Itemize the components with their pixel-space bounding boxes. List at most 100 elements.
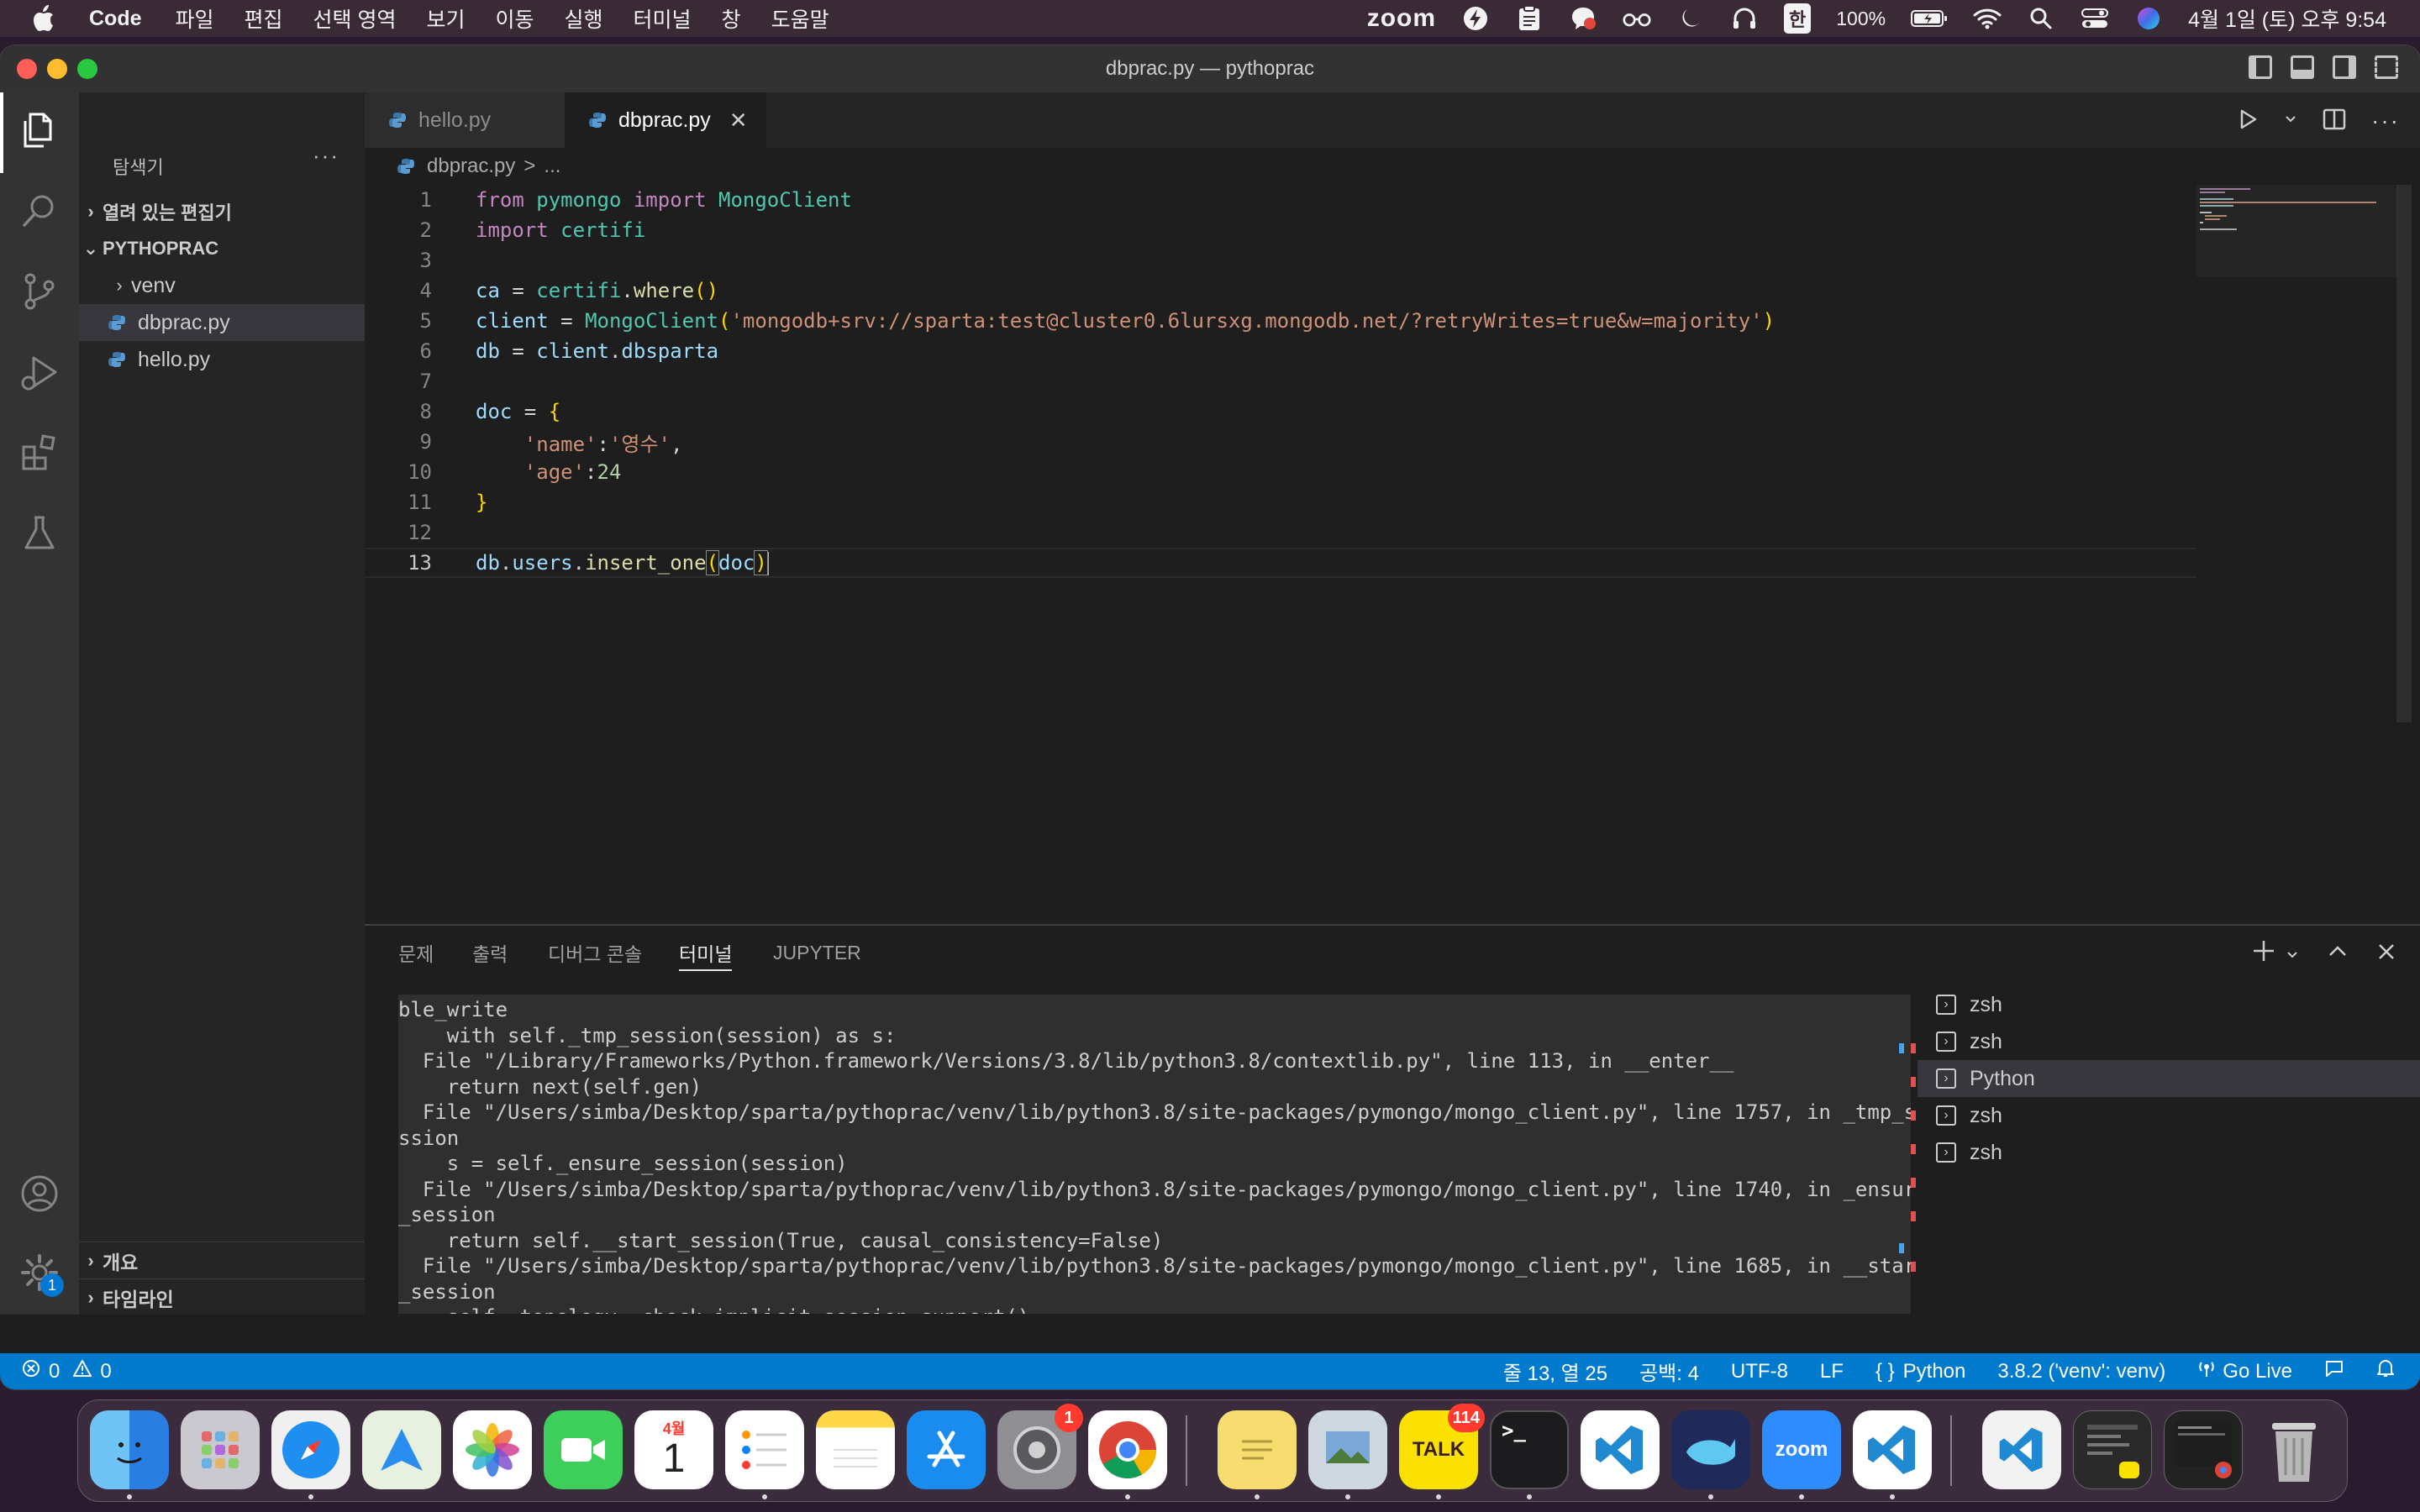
end-of-line[interactable]: LF [1820,1360,1844,1383]
zoom-tray[interactable]: zoom [1367,4,1436,33]
kakaotalk-icon[interactable]: TALK 114 [1399,1404,1485,1489]
apple-icon[interactable] [30,3,60,34]
menu-file[interactable]: 파일 [176,3,214,34]
tab-hello-py[interactable]: hello.py [365,92,565,148]
tab-terminal[interactable]: 터미널 [679,926,733,979]
menu-window[interactable]: 창 [722,3,741,34]
terminal-instance-python[interactable]: › Python [1918,1060,2420,1097]
glasses-icon[interactable] [1623,4,1651,33]
terminal-instance-zsh-4[interactable]: › zsh [1918,1134,2420,1171]
system-settings-icon[interactable]: 1 [997,1404,1083,1489]
source-control-icon[interactable] [18,270,60,312]
finder-icon[interactable] [90,1410,169,1489]
facetime-icon[interactable] [544,1410,623,1489]
vscode-document-icon[interactable] [1982,1410,2061,1489]
cursor-position[interactable]: 줄 13, 열 25 [1503,1357,1607,1386]
menu-terminal[interactable]: 터미널 [634,3,692,34]
customize-layout-icon[interactable] [2375,55,2398,79]
notifications-bell-icon[interactable] [2376,1358,2395,1384]
run-python-icon[interactable] [2237,108,2259,134]
notes-icon[interactable] [816,1410,895,1489]
app-store-icon[interactable] [907,1410,986,1489]
breadcrumb-file[interactable]: dbprac.py [427,155,515,178]
tab-problems[interactable]: 문제 [398,926,434,979]
terminal-output[interactable]: ble_write with self._tmp_session(session… [398,995,1911,1314]
terminal-dropdown-chevron-icon[interactable] [2286,940,2299,969]
minimized-window-kakaotalk[interactable] [2073,1410,2152,1489]
vscode-insiders-icon[interactable] [1853,1410,1932,1489]
bolt-icon[interactable] [1461,4,1490,33]
toggle-panel-icon[interactable] [2291,55,2314,79]
breadcrumb-symbols[interactable]: ... [544,155,560,178]
clipboard-icon[interactable] [1515,4,1544,33]
zoom-app-icon[interactable]: zoom [1762,1410,1841,1489]
tree-item-dbprac[interactable]: dbprac.py [79,304,365,341]
window-zoom-button[interactable] [77,59,97,79]
go-live-button[interactable]: Go Live [2197,1359,2292,1383]
tab-output[interactable]: 출력 [472,926,508,979]
python-interpreter[interactable]: 3.8.2 ('venv': venv) [1997,1360,2165,1383]
input-method-badge[interactable]: 한 [1784,3,1812,34]
siri-icon[interactable] [2134,4,2163,33]
run-debug-icon[interactable] [18,351,60,393]
wifi-icon[interactable] [1973,4,2002,33]
trash-icon[interactable] [2254,1410,2333,1489]
minimap[interactable] [2196,185,2398,286]
timeline-section[interactable]: › 타임라인 [79,1278,365,1316]
new-terminal-plus-icon[interactable] [2252,939,2275,969]
open-editors-section[interactable]: › 열려 있는 편집기 [79,193,365,230]
whale-browser-icon[interactable] [1671,1410,1750,1489]
manage-gear-icon[interactable]: 1 [18,1252,64,1297]
tab-dbprac-py[interactable]: dbprac.py ✕ [565,92,766,148]
window-minimize-button[interactable] [47,59,67,79]
testing-icon[interactable] [18,512,60,554]
toggle-secondary-sidebar-icon[interactable] [2333,55,2356,79]
minimized-window-chrome[interactable] [2164,1410,2243,1489]
battery-percent[interactable]: 100% [1836,8,1886,30]
reminders-icon[interactable] [725,1410,804,1489]
control-center-icon[interactable] [2081,4,2109,33]
editor-scrollbar[interactable] [2396,185,2412,722]
preview-icon[interactable] [1308,1410,1387,1489]
app-menu[interactable]: Code [89,7,142,31]
battery-icon[interactable] [1911,4,1948,33]
stickies-icon[interactable] [1218,1410,1297,1489]
code-editor[interactable]: 1 from pymongo import MongoClient 2 impo… [365,185,2196,924]
tree-item-venv[interactable]: › venv [79,267,365,304]
photos-icon[interactable] [453,1410,532,1489]
problems-status[interactable]: 0 0 [22,1359,112,1383]
terminal-instance-zsh-2[interactable]: › zsh [1918,1023,2420,1060]
menu-run[interactable]: 실행 [565,3,603,34]
extensions-icon[interactable] [18,432,60,474]
close-panel-icon[interactable] [2376,940,2396,969]
language-mode[interactable]: { } Python [1876,1360,1965,1383]
outline-section[interactable]: › 개요 [79,1242,365,1279]
tab-close-icon[interactable]: ✕ [729,108,748,134]
window-close-button[interactable] [17,59,37,79]
indentation[interactable]: 공백: 4 [1639,1357,1699,1386]
tab-jupyter[interactable]: JUPYTER [773,926,861,979]
menu-view[interactable]: 보기 [426,3,465,34]
safari-icon[interactable] [271,1410,350,1489]
search-icon[interactable] [18,190,60,232]
project-section[interactable]: ⌄ PYTHOPRAC [79,230,365,267]
spotlight-icon[interactable] [2027,4,2055,33]
terminal-instance-zsh-1[interactable]: › zsh [1918,986,2420,1023]
menu-edit[interactable]: 편집 [245,3,283,34]
maps-icon[interactable] [362,1410,441,1489]
vscode-icon[interactable] [1581,1410,1660,1489]
terminal-instance-zsh-3[interactable]: › zsh [1918,1097,2420,1134]
menu-selection[interactable]: 선택 영역 [313,3,397,34]
tab-debug-console[interactable]: 디버그 콘솔 [548,926,642,979]
tree-item-hello[interactable]: hello.py [79,341,365,378]
explorer-more-actions[interactable]: ··· [313,143,339,169]
chrome-icon[interactable] [1088,1410,1167,1489]
maximize-panel-icon[interactable] [2328,940,2348,969]
clock[interactable]: 4월 1일 (토) 오후 9:54 [2188,3,2386,34]
launchpad-icon[interactable] [181,1410,260,1489]
moon-icon[interactable] [1676,4,1705,33]
run-dropdown-chevron-icon[interactable] [2284,113,2297,130]
toggle-primary-sidebar-icon[interactable] [2249,55,2272,79]
encoding[interactable]: UTF-8 [1731,1360,1788,1383]
calendar-icon[interactable]: 4월 1 [634,1410,713,1489]
